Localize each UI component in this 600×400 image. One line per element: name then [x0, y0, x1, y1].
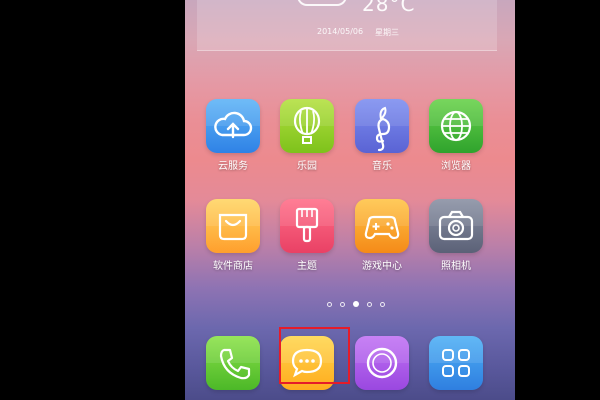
temperature-text: 28°C	[362, 0, 416, 16]
page-dot[interactable]	[327, 302, 332, 307]
weather-cloud-icon	[297, 0, 347, 6]
page-dot-active[interactable]	[353, 301, 360, 307]
app-camera[interactable]: 照相机	[428, 199, 484, 272]
dock-circle-app[interactable]	[354, 336, 410, 390]
phone-icon	[219, 348, 251, 380]
hot-air-balloon-icon	[293, 106, 321, 144]
camera-icon	[438, 210, 474, 241]
weekday-text: 星期三	[375, 28, 399, 37]
page-dot[interactable]	[340, 302, 346, 307]
app-label: 音乐	[372, 161, 392, 172]
globe-icon	[440, 110, 472, 142]
app-label: 乐园	[297, 161, 317, 172]
app-label: 游戏中心	[362, 261, 402, 272]
home-screen: 28°C 2014/05/06 星期三 云服务 乐园 音乐 浏览器 软件商店 主…	[185, 0, 515, 400]
message-bubble-icon	[291, 348, 323, 378]
treble-clef-icon	[375, 106, 391, 152]
paint-brush-icon	[295, 207, 319, 243]
gamepad-icon	[364, 215, 400, 240]
app-label: 浏览器	[441, 161, 471, 172]
dock-app-grid[interactable]	[428, 336, 484, 390]
app-label: 软件商店	[213, 261, 253, 272]
circle-icon	[366, 347, 398, 379]
app-grid-icon	[442, 349, 470, 377]
dock-messages[interactable]	[279, 336, 335, 390]
page-dot[interactable]	[367, 302, 373, 307]
date-text: 2014/05/06	[317, 27, 364, 36]
dock-phone[interactable]	[205, 336, 261, 390]
app-software-store[interactable]: 软件商店	[205, 199, 261, 272]
page-indicator[interactable]	[327, 292, 388, 307]
app-label: 云服务	[218, 161, 248, 172]
weather-widget[interactable]: 28°C 2014/05/06 星期三	[197, 0, 497, 51]
app-music[interactable]: 音乐	[354, 99, 410, 172]
app-label: 主题	[297, 261, 317, 272]
shopping-bag-icon	[218, 213, 248, 241]
app-game-center[interactable]: 游戏中心	[354, 199, 410, 272]
app-park[interactable]: 乐园	[279, 99, 335, 172]
page-dot[interactable]	[380, 302, 386, 307]
app-theme[interactable]: 主题	[279, 199, 335, 272]
app-browser[interactable]: 浏览器	[428, 99, 484, 172]
app-cloud-service[interactable]: 云服务	[205, 99, 261, 172]
app-label: 照相机	[441, 261, 471, 272]
cloud-upload-icon	[214, 111, 253, 139]
